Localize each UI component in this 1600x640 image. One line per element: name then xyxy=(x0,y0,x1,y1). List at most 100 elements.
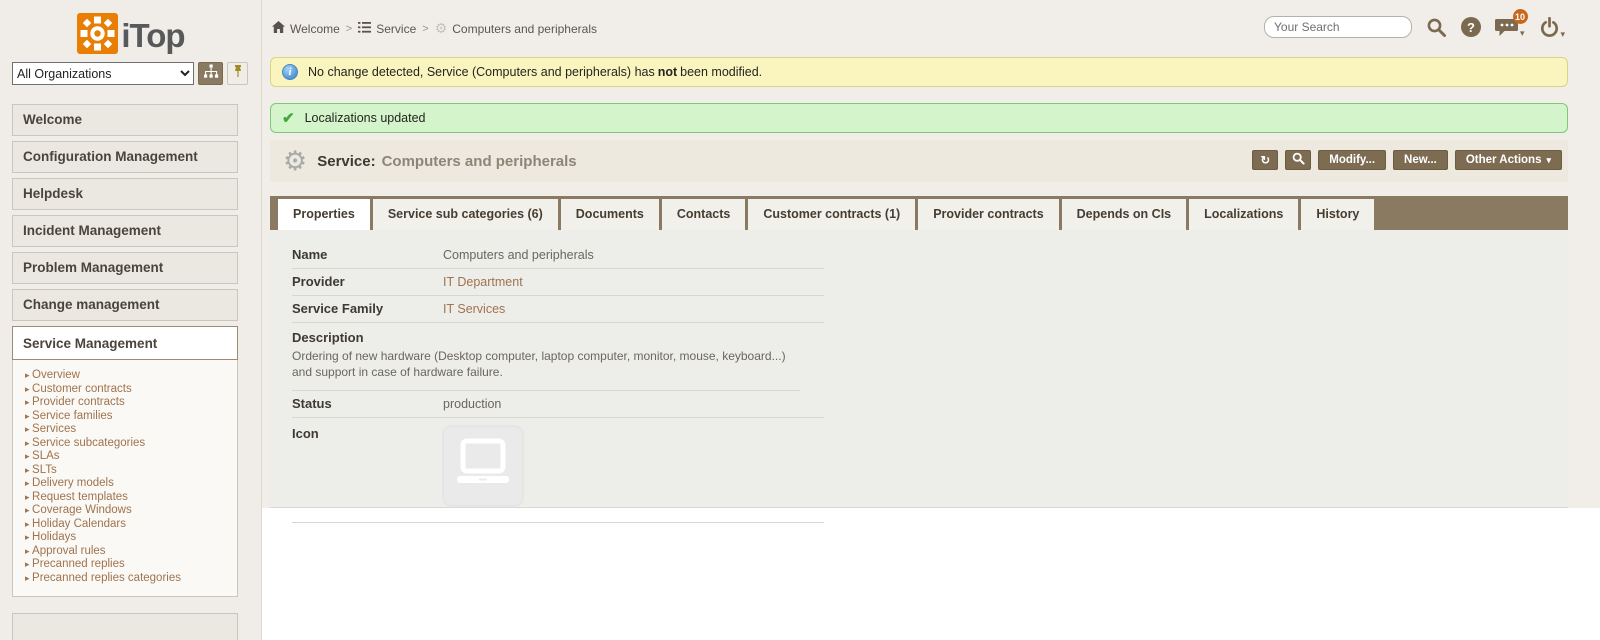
app-logo: iTop xyxy=(0,13,262,59)
menu-list-icon xyxy=(358,22,371,36)
tab-provider-contracts[interactable]: Provider contracts xyxy=(918,199,1058,230)
sidebar-item-next-section-clipped[interactable] xyxy=(12,613,238,640)
submenu-item-holidays[interactable]: Holidays xyxy=(13,531,237,545)
search-submit-icon[interactable] xyxy=(1426,17,1447,38)
sidebar-item-welcome[interactable]: Welcome xyxy=(12,104,238,136)
service-family-link[interactable]: IT Services xyxy=(443,302,505,316)
tab-localizations[interactable]: Localizations xyxy=(1189,199,1298,230)
property-row-service-family: Service Family IT Services xyxy=(292,296,824,323)
page-title: Computers and peripherals xyxy=(382,153,577,170)
service-gear-icon: ⚙ xyxy=(283,148,307,175)
service-family-label: Service Family xyxy=(292,301,443,316)
tab-documents[interactable]: Documents xyxy=(561,199,659,230)
sidebar-item-problem-management[interactable]: Problem Management xyxy=(12,252,238,284)
help-icon[interactable]: ? xyxy=(1461,17,1481,37)
properties-table: Name Computers and peripherals Provider … xyxy=(292,242,824,523)
submenu-item-approval-rules[interactable]: Approval rules xyxy=(13,545,237,559)
name-value: Computers and peripherals xyxy=(443,248,594,262)
sidebar-item-helpdesk[interactable]: Helpdesk xyxy=(12,178,238,210)
power-logout-icon[interactable] xyxy=(1539,17,1566,38)
org-hierarchy-button[interactable] xyxy=(198,62,223,85)
notification-badge: 10 xyxy=(1513,9,1528,24)
submenu-item-service-families[interactable]: Service families xyxy=(13,410,237,424)
org-tree-icon xyxy=(203,64,219,84)
sidebar-item-configuration-management[interactable]: Configuration Management xyxy=(12,141,238,173)
success-banner-text: Localizations updated xyxy=(305,111,426,125)
service-icon-image xyxy=(443,426,523,506)
submenu-item-holiday-calendars[interactable]: Holiday Calendars xyxy=(13,518,237,532)
sidebar-item-incident-management[interactable]: Incident Management xyxy=(12,215,238,247)
laptop-icon xyxy=(451,438,515,493)
description-value: Ordering of new hardware (Desktop comput… xyxy=(292,349,800,391)
service-management-submenu: Overview Customer contracts Provider con… xyxy=(12,360,238,597)
provider-label: Provider xyxy=(292,274,443,289)
global-search-input[interactable] xyxy=(1264,16,1412,38)
submenu-item-overview[interactable]: Overview xyxy=(13,369,237,383)
home-icon xyxy=(272,21,285,36)
submenu-item-request-templates[interactable]: Request templates xyxy=(13,491,237,505)
name-label: Name xyxy=(292,247,443,262)
info-icon: i xyxy=(282,64,298,80)
submenu-item-service-subcategories[interactable]: Service subcategories xyxy=(13,437,237,451)
breadcrumb-separator: > xyxy=(346,23,352,35)
object-class-label: Service: xyxy=(317,153,375,170)
search-button[interactable] xyxy=(1285,150,1311,170)
breadcrumb-label: Welcome xyxy=(290,22,340,36)
refresh-icon: ↻ xyxy=(1260,153,1270,167)
submenu-item-customer-contracts[interactable]: Customer contracts xyxy=(13,383,237,397)
info-banner-text: No change detected, Service (Computers a… xyxy=(308,65,762,79)
notifications-chat-icon[interactable]: 10 xyxy=(1495,17,1525,37)
info-banner: i No change detected, Service (Computers… xyxy=(270,57,1568,87)
app-name: iTop xyxy=(121,17,184,55)
provider-link[interactable]: IT Department xyxy=(443,275,523,289)
main-area: Welcome > Service > ⚙ Com xyxy=(262,0,1600,640)
status-label: Status xyxy=(292,396,443,411)
sidebar-item-change-management[interactable]: Change management xyxy=(12,289,238,321)
submenu-item-precanned-replies-categories[interactable]: Precanned replies categories xyxy=(13,572,237,586)
tab-properties[interactable]: Properties xyxy=(278,199,370,230)
tab-service-sub-categories[interactable]: Service sub categories (6) xyxy=(373,199,558,230)
tab-contacts[interactable]: Contacts xyxy=(662,199,745,230)
tab-history[interactable]: History xyxy=(1301,199,1374,230)
pin-menu-button[interactable] xyxy=(227,62,248,85)
search-icon xyxy=(1292,152,1305,168)
modify-button[interactable]: Modify... xyxy=(1318,150,1386,170)
check-icon: ✔ xyxy=(282,109,295,127)
breadcrumb-current-page[interactable]: ⚙ Computers and peripherals xyxy=(435,20,597,37)
success-banner: ✔ Localizations updated xyxy=(270,103,1568,133)
submenu-item-precanned-replies[interactable]: Precanned replies xyxy=(13,558,237,572)
sidebar: iTop All Organizations xyxy=(0,0,262,640)
submenu-item-services[interactable]: Services xyxy=(13,423,237,437)
submenu-item-delivery-models[interactable]: Delivery models xyxy=(13,477,237,491)
itop-logo-icon xyxy=(77,13,118,59)
breadcrumb-label: Service xyxy=(376,22,416,36)
status-value: production xyxy=(443,397,501,411)
sidebar-item-service-management[interactable]: Service Management xyxy=(12,326,238,360)
properties-panel: Name Computers and peripherals Provider … xyxy=(270,230,1568,508)
breadcrumb-welcome[interactable]: Welcome xyxy=(272,21,340,36)
other-actions-button[interactable]: Other Actions xyxy=(1455,150,1562,170)
refresh-button[interactable]: ↻ xyxy=(1252,150,1278,170)
new-button[interactable]: New... xyxy=(1393,150,1448,170)
breadcrumb-label: Computers and peripherals xyxy=(452,22,597,36)
tab-customer-contracts[interactable]: Customer contracts (1) xyxy=(748,199,915,230)
property-row-name: Name Computers and peripherals xyxy=(292,242,824,269)
breadcrumb-service[interactable]: Service xyxy=(358,22,416,36)
gear-icon: ⚙ xyxy=(435,20,448,37)
submenu-item-provider-contracts[interactable]: Provider contracts xyxy=(13,396,237,410)
property-row-status: Status production xyxy=(292,391,824,418)
sidebar-menu: Welcome Configuration Management Helpdes… xyxy=(0,104,262,640)
tab-bar: Properties Service sub categories (6) Do… xyxy=(270,196,1568,230)
pushpin-icon xyxy=(232,64,244,83)
itop-window: iTop All Organizations xyxy=(0,0,1600,640)
info-glyph: i xyxy=(288,66,291,78)
submenu-item-coverage-windows[interactable]: Coverage Windows xyxy=(13,504,237,518)
property-row-icon: Icon xyxy=(292,418,824,523)
breadcrumb-separator: > xyxy=(422,23,428,35)
submenu-item-slas[interactable]: SLAs xyxy=(13,450,237,464)
header-actions: ↻ Modify... New... Other Actions xyxy=(1252,150,1562,170)
description-label: Description xyxy=(292,323,824,349)
organization-select[interactable]: All Organizations xyxy=(12,62,194,85)
submenu-item-slts[interactable]: SLTs xyxy=(13,464,237,478)
tab-depends-on-cis[interactable]: Depends on CIs xyxy=(1062,199,1186,230)
